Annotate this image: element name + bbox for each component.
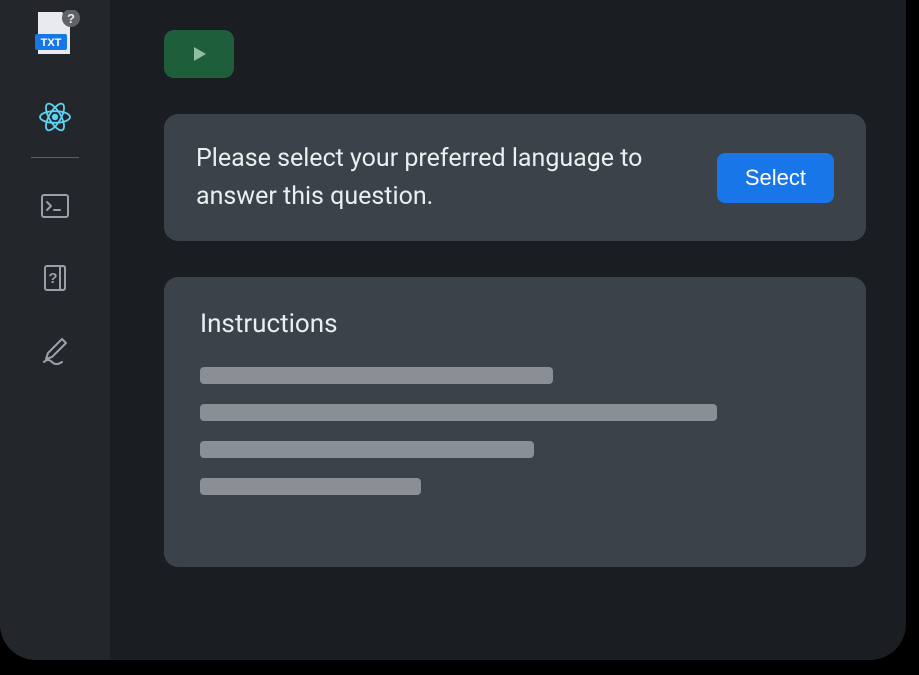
skeleton-line	[200, 404, 717, 421]
react-icon	[35, 97, 75, 137]
svg-text:TXT: TXT	[41, 37, 62, 49]
signature-icon	[40, 335, 70, 365]
svg-text:?: ?	[48, 270, 57, 287]
sidebar-item-terminal[interactable]	[35, 186, 75, 226]
sidebar-item-help[interactable]: ?	[35, 258, 75, 298]
help-page-icon: ?	[40, 263, 70, 293]
banner-message: Please select your preferred language to…	[196, 140, 693, 215]
txt-file-icon: TXT ?	[29, 10, 81, 62]
sidebar-item-react[interactable]	[35, 97, 75, 137]
app-frame: TXT ? ?	[0, 0, 906, 660]
run-button[interactable]	[164, 30, 234, 78]
instructions-title: Instructions	[200, 309, 830, 339]
svg-text:?: ?	[67, 11, 75, 26]
skeleton-line	[200, 441, 534, 458]
app-logo: TXT ?	[29, 10, 81, 62]
sidebar-divider	[31, 157, 79, 158]
sidebar-item-draw[interactable]	[35, 330, 75, 370]
instructions-placeholder	[200, 367, 830, 495]
play-icon	[189, 44, 209, 64]
instructions-panel: Instructions	[164, 277, 866, 567]
skeleton-line	[200, 367, 553, 384]
terminal-icon	[40, 191, 70, 221]
language-select-banner: Please select your preferred language to…	[164, 114, 866, 241]
main-content: Please select your preferred language to…	[110, 0, 906, 660]
skeleton-line	[200, 478, 421, 495]
select-language-button[interactable]: Select	[717, 153, 834, 203]
sidebar: TXT ? ?	[0, 0, 110, 660]
